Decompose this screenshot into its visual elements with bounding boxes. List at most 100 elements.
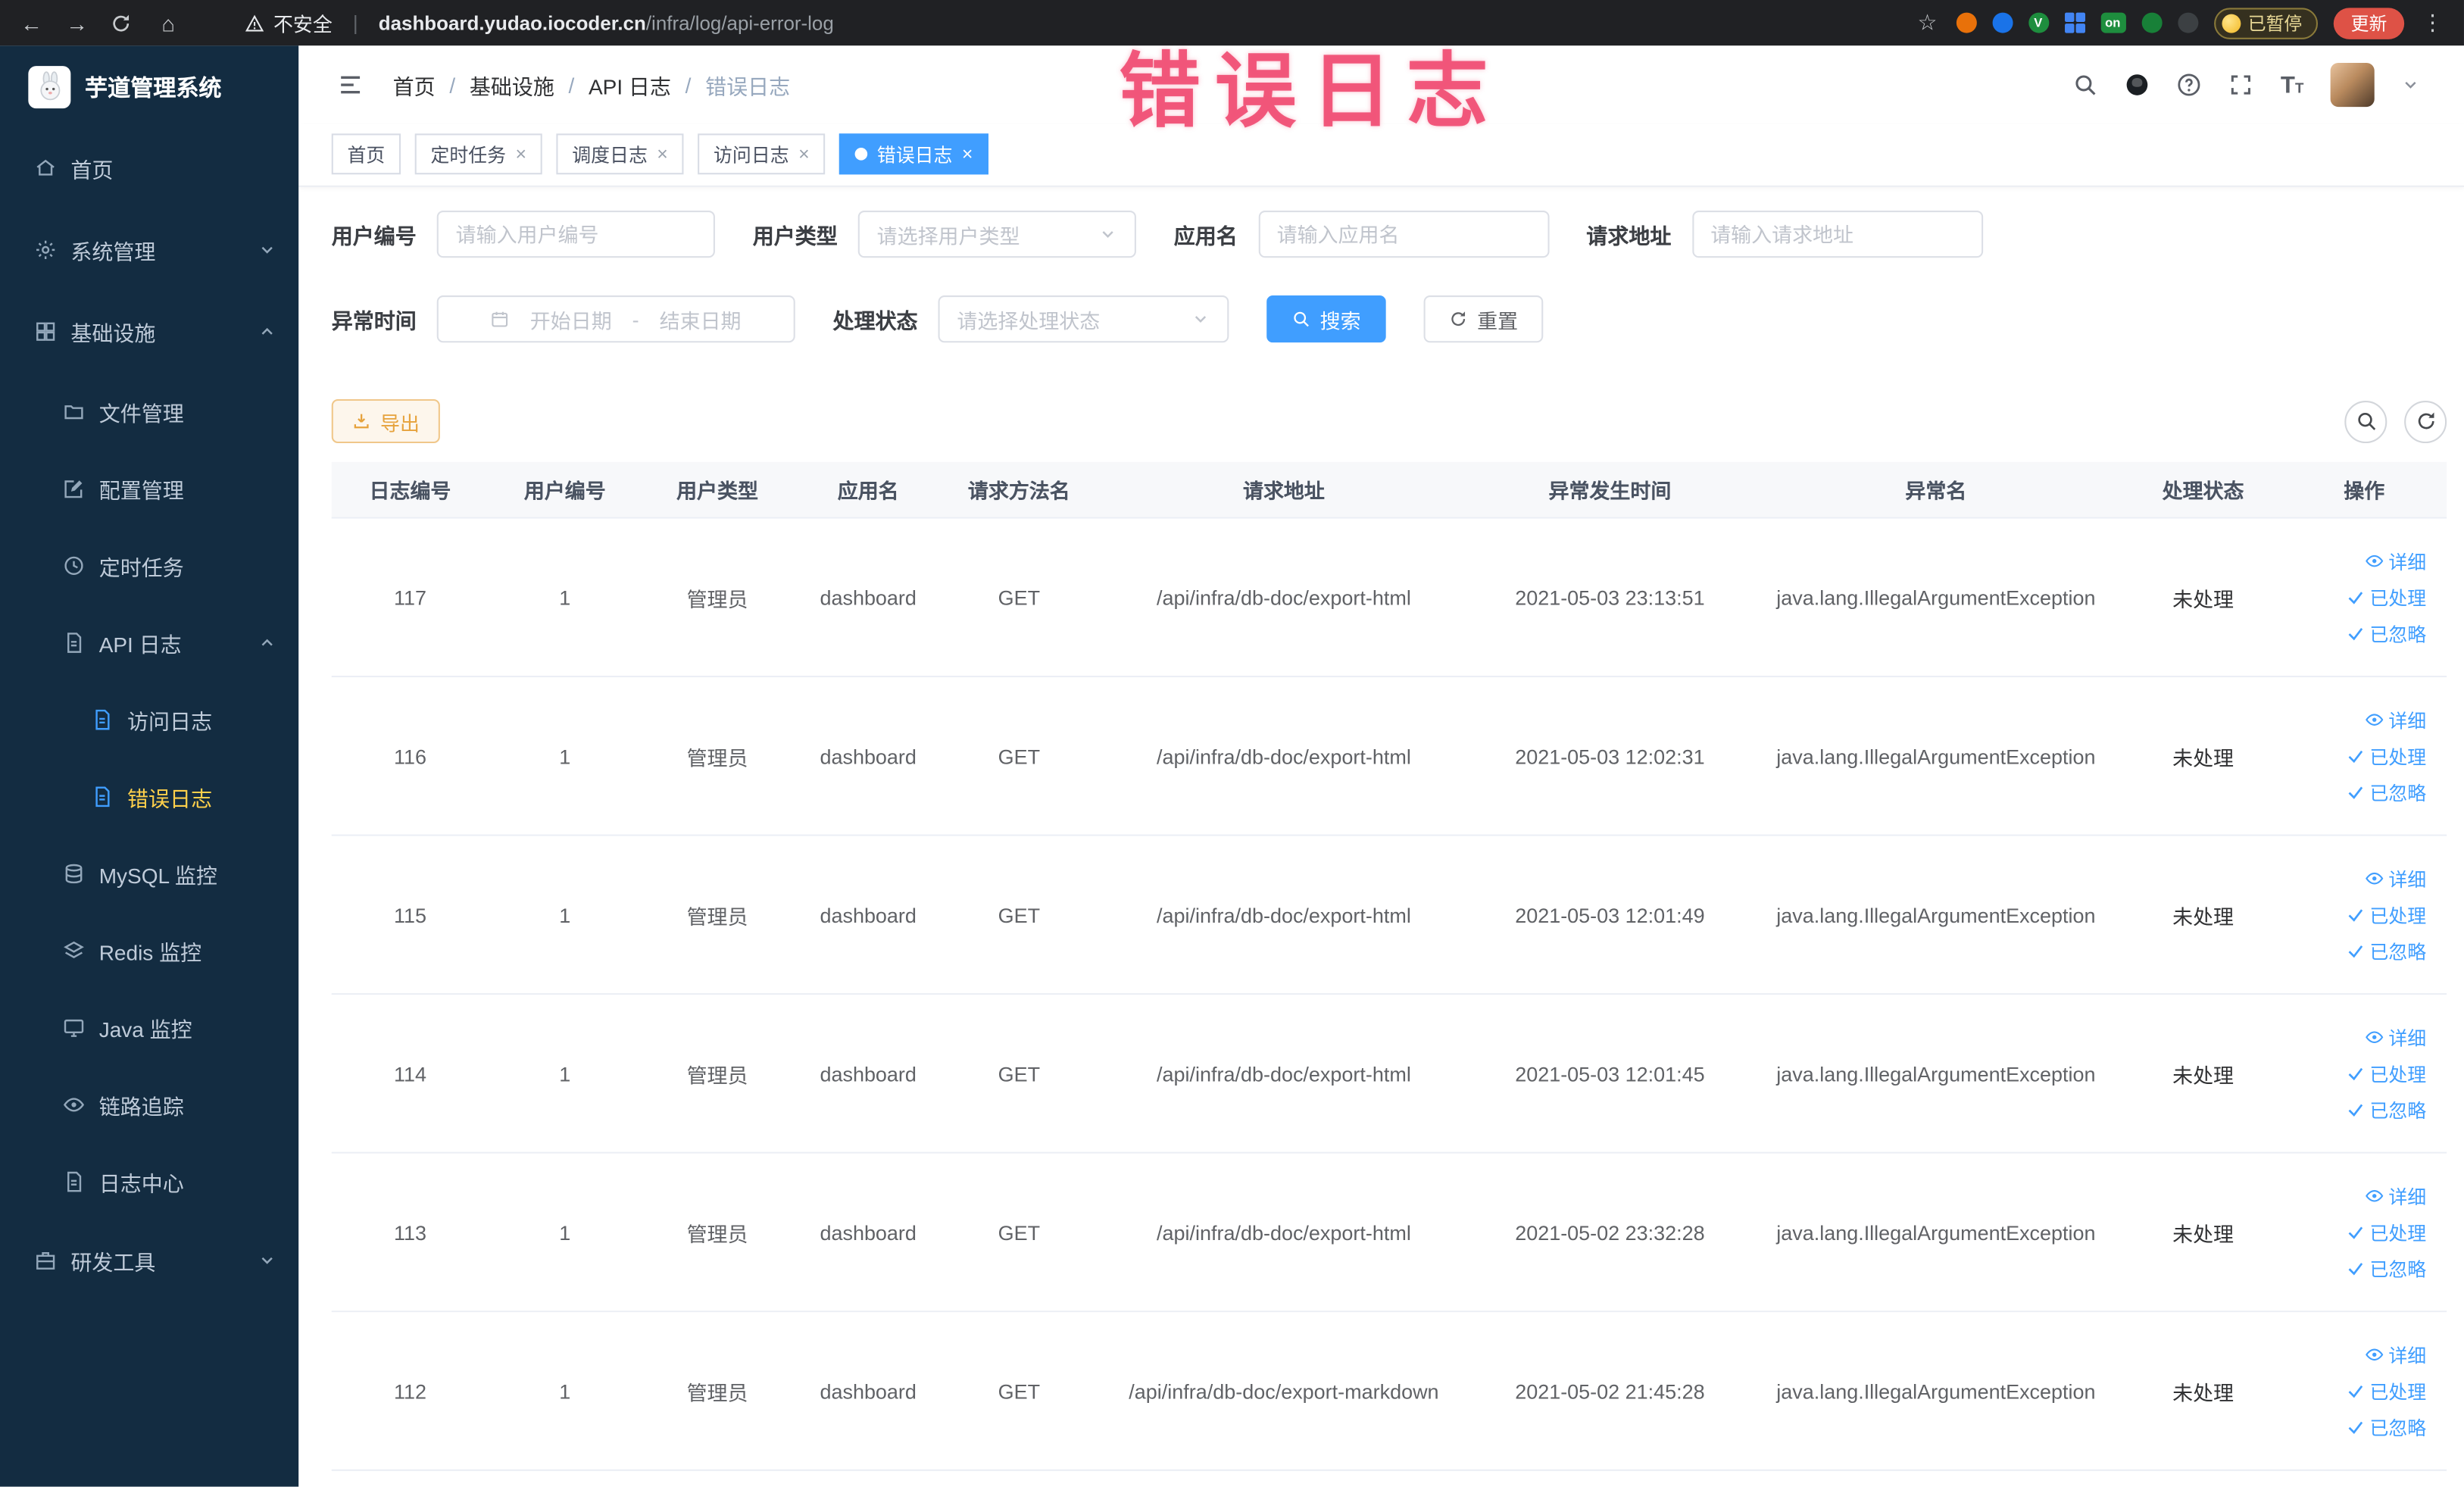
- process-status-select[interactable]: 请选择处理状态: [938, 295, 1229, 343]
- sidebar-item-scheduled-tasks[interactable]: 定时任务: [0, 526, 298, 604]
- ignore-link[interactable]: 已忽略: [2346, 937, 2426, 964]
- close-icon[interactable]: ×: [798, 143, 810, 165]
- breadcrumb-item[interactable]: API 日志: [589, 69, 671, 100]
- fullscreen-icon[interactable]: [2228, 72, 2253, 97]
- reset-button[interactable]: 重置: [1423, 295, 1544, 343]
- address-bar[interactable]: dashboard.yudao.iocoder.cn /infra/log/ap…: [379, 12, 834, 34]
- cell-request-url: /api/infra/db-doc/export-html: [1157, 1061, 1411, 1086]
- detail-link[interactable]: 详细: [2365, 865, 2426, 892]
- home-button[interactable]: ⌂: [155, 10, 180, 35]
- sidebar-item-file-mgmt[interactable]: 文件管理: [0, 373, 298, 450]
- sidebar-item-system[interactable]: 系统管理: [0, 209, 298, 291]
- breadcrumb-item[interactable]: 首页: [393, 69, 436, 100]
- detail-link[interactable]: 详细: [2365, 707, 2426, 733]
- detail-link[interactable]: 详细: [2365, 1024, 2426, 1051]
- sidebar-item-log-center[interactable]: 日志中心: [0, 1142, 298, 1220]
- search-icon[interactable]: [2073, 72, 2098, 97]
- processed-link[interactable]: 已处理: [2346, 901, 2426, 928]
- processed-link[interactable]: 已处理: [2346, 1377, 2426, 1404]
- security-chip[interactable]: 不安全: [245, 8, 333, 37]
- processed-link[interactable]: 已处理: [2346, 1219, 2426, 1245]
- extension-icon-blue-drop[interactable]: [1991, 12, 2013, 33]
- url-domain: dashboard.yudao.iocoder.cn: [378, 11, 646, 34]
- request-url-input[interactable]: [1691, 210, 1983, 258]
- cell-method: GET: [998, 902, 1041, 926]
- processed-link[interactable]: 已处理: [2346, 1060, 2426, 1086]
- tab-access-log[interactable]: 访问日志 ×: [698, 133, 826, 175]
- sidebar-item-infra[interactable]: 基础设施: [0, 291, 298, 373]
- ignore-link[interactable]: 已忽略: [2346, 1096, 2426, 1123]
- ignore-link[interactable]: 已忽略: [2346, 1255, 2426, 1282]
- cell-exception-name: java.lang.IllegalArgumentException: [1776, 744, 2096, 768]
- sidebar-item-redis-monitor[interactable]: Redis 监控: [0, 911, 298, 989]
- export-button[interactable]: 导出: [331, 398, 440, 444]
- table-row: 113 1 管理员 dashboard GET /api/infra/db-do…: [331, 1153, 2447, 1313]
- user-type-select[interactable]: 请选择用户类型: [857, 210, 1136, 258]
- sidebar-item-config-mgmt[interactable]: 配置管理: [0, 449, 298, 526]
- exception-time-range[interactable]: 开始日期 - 结束日期: [436, 295, 795, 343]
- sidebar-item-error-log[interactable]: 错误日志: [0, 758, 298, 835]
- processed-label: 已处理: [2369, 904, 2427, 926]
- browser-menu-icon[interactable]: ⋮: [2420, 9, 2445, 36]
- sidebar-item-mysql-monitor[interactable]: MySQL 监控: [0, 835, 298, 912]
- sidebar-item-dev-tools[interactable]: 研发工具: [0, 1220, 298, 1301]
- processed-link[interactable]: 已处理: [2346, 742, 2426, 769]
- sidebar-item-home[interactable]: 首页: [0, 127, 298, 209]
- toggle-search-button[interactable]: [2344, 399, 2387, 442]
- reload-button[interactable]: [110, 12, 135, 34]
- extension-icon-green-v[interactable]: V: [2028, 12, 2049, 33]
- sidebar-item-tracing[interactable]: 链路追踪: [0, 1066, 298, 1143]
- sidebar-item-label: 访问日志: [127, 709, 213, 733]
- ignore-link[interactable]: 已忽略: [2346, 779, 2426, 805]
- update-button[interactable]: 更新: [2333, 7, 2405, 39]
- calendar-icon: [491, 310, 510, 329]
- ignore-link[interactable]: 已忽略: [2346, 1414, 2426, 1440]
- cell-user-id: 1: [559, 585, 571, 609]
- back-button[interactable]: ←: [19, 10, 44, 35]
- forward-button[interactable]: →: [64, 10, 89, 35]
- cell-app-name: dashboard: [820, 1379, 917, 1403]
- close-icon[interactable]: ×: [657, 143, 668, 165]
- extension-icon-orange[interactable]: [1955, 12, 1976, 33]
- check-icon: [2346, 783, 2365, 801]
- breadcrumb-separator: /: [685, 73, 692, 97]
- check-icon: [2346, 1382, 2365, 1401]
- close-icon[interactable]: ×: [962, 143, 973, 165]
- extension-icon-on-badge[interactable]: on: [2100, 12, 2125, 33]
- user-avatar[interactable]: [2330, 62, 2375, 108]
- tab-scheduled-tasks[interactable]: 定时任务 ×: [414, 133, 542, 175]
- detail-link[interactable]: 详细: [2365, 548, 2426, 574]
- app-logo-row[interactable]: 芋道管理系统: [0, 45, 298, 127]
- ignore-link[interactable]: 已忽略: [2346, 620, 2426, 646]
- breadcrumb-item[interactable]: 基础设施: [470, 69, 554, 100]
- refresh-table-button[interactable]: [2404, 399, 2447, 442]
- help-icon[interactable]: [2177, 72, 2202, 97]
- cell-request-url: /api/infra/db-doc/export-html: [1157, 585, 1411, 609]
- extension-icon-paw[interactable]: [2177, 12, 2198, 33]
- user-id-input[interactable]: [436, 210, 715, 258]
- detail-link[interactable]: 详细: [2365, 1182, 2426, 1209]
- bookmark-star-icon[interactable]: ☆: [1915, 9, 1940, 36]
- paused-badge[interactable]: 已暂停: [2213, 7, 2319, 39]
- github-icon[interactable]: [2125, 72, 2150, 97]
- check-icon: [2346, 746, 2365, 765]
- extension-icon-grid[interactable]: [2063, 12, 2085, 33]
- chevron-down-icon[interactable]: [2401, 76, 2420, 95]
- tab-schedule-log[interactable]: 调度日志 ×: [556, 133, 684, 175]
- tab-home[interactable]: 首页: [331, 133, 401, 175]
- sidebar-toggle-icon[interactable]: [338, 72, 363, 97]
- detail-link[interactable]: 详细: [2365, 1342, 2426, 1368]
- refresh-icon: [2415, 410, 2437, 432]
- app-name-input[interactable]: [1257, 210, 1549, 258]
- font-size-icon[interactable]: TT: [2281, 71, 2303, 98]
- tab-error-log[interactable]: 错误日志 ×: [839, 133, 989, 175]
- processed-label: 已处理: [2369, 1380, 2427, 1403]
- extension-icon-leaf[interactable]: [2141, 12, 2162, 33]
- search-button[interactable]: 搜索: [1266, 295, 1386, 343]
- document-icon: [91, 708, 113, 730]
- processed-link[interactable]: 已处理: [2346, 584, 2426, 611]
- sidebar-item-java-monitor[interactable]: Java 监控: [0, 989, 298, 1066]
- sidebar-item-access-log[interactable]: 访问日志: [0, 680, 298, 758]
- close-icon[interactable]: ×: [516, 143, 527, 165]
- sidebar-item-api-logs[interactable]: API 日志: [0, 604, 298, 681]
